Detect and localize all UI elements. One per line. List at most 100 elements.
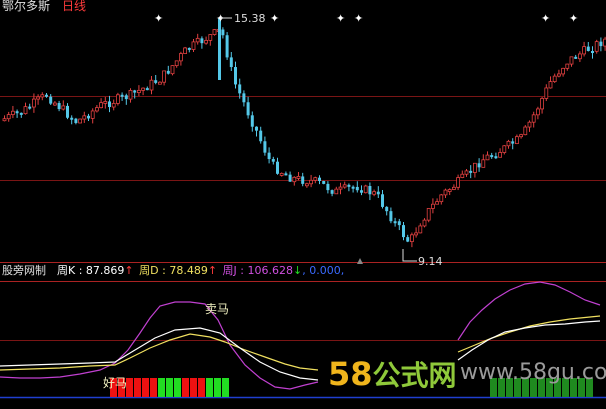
watermark-logo: 58公式网 (328, 354, 457, 394)
candle-body (200, 38, 204, 44)
candle-body (527, 121, 532, 128)
candle-body (124, 95, 128, 100)
candle-body (591, 51, 594, 54)
candle-body (149, 79, 154, 91)
candle-body (301, 176, 305, 184)
candle-body (334, 188, 339, 195)
candle-body (154, 80, 158, 83)
candle-body (296, 176, 301, 179)
candle-body (548, 81, 553, 89)
candle-body (238, 84, 242, 94)
candle-body (355, 186, 359, 191)
signal-marker: ✦ (541, 12, 550, 25)
candle-body (74, 118, 78, 123)
candle-body (397, 221, 401, 226)
candle-body (347, 184, 351, 187)
signal-markers: ✦ ✦ ✦ ✦ ✦ ✦ ✦ (154, 12, 578, 25)
extra-comma: , (340, 264, 345, 277)
candle-body (195, 37, 200, 43)
candle-body (451, 186, 456, 190)
candle-body (481, 159, 486, 168)
candle-body (330, 190, 334, 194)
signal-marker: ✦ (336, 12, 345, 25)
candle-body (95, 107, 99, 112)
candle-body (204, 40, 209, 44)
candle-body (540, 98, 544, 110)
candle-body (174, 60, 179, 67)
candle-body (178, 53, 183, 62)
candle-body (108, 101, 111, 108)
candle-body (531, 114, 536, 123)
candle-body (318, 177, 321, 182)
high-price-label: 15.38 (234, 12, 266, 25)
indicator-bar (182, 378, 189, 397)
k-label: 周K (57, 264, 76, 277)
candle-body (157, 81, 162, 85)
candle-body (279, 172, 284, 176)
candle-body (342, 184, 347, 188)
candle-body (477, 163, 481, 168)
candle-body (19, 112, 23, 115)
k-line (0, 327, 319, 381)
candle-body (469, 170, 473, 173)
candle-body (90, 110, 95, 119)
candle-body (393, 221, 397, 224)
candle-body (32, 98, 36, 108)
candle-body (267, 152, 271, 160)
indicator-bar (158, 378, 165, 397)
candle-body (490, 155, 494, 158)
candle-body (36, 96, 40, 100)
candle-body (472, 162, 477, 173)
candle-body (162, 70, 167, 83)
candle-body (45, 94, 48, 97)
j-label: 周J (222, 264, 237, 277)
indicator-name[interactable]: 股旁网制 (2, 264, 46, 277)
candle-body (15, 111, 19, 114)
candle-body (263, 141, 267, 153)
candle-body (87, 115, 90, 119)
candle-body (443, 189, 448, 196)
candle-body (485, 154, 490, 161)
d-arrow: ↑ (207, 264, 218, 277)
candle-body (360, 190, 363, 193)
candle-body (304, 183, 309, 187)
candle-body (61, 105, 66, 110)
candle-body (536, 108, 540, 116)
scroll-marker-icon[interactable] (357, 258, 363, 264)
candle-body (82, 115, 87, 120)
candle-body (561, 67, 565, 75)
candle-body (259, 130, 263, 142)
j-line-right (457, 281, 601, 341)
candle-body (464, 170, 469, 175)
candle-body (234, 67, 237, 85)
stock-chart[interactable]: ✦ ✦ ✦ ✦ ✦ ✦ ✦ 15.38 9.14 卖马 好马 (0, 0, 606, 409)
candle-body (351, 186, 355, 189)
j-value: 106.628 (247, 264, 294, 277)
candle-body (385, 206, 389, 212)
candle-body (288, 174, 292, 182)
signal-marker: ✦ (569, 12, 578, 25)
candle-body (170, 65, 175, 75)
candle-body (183, 47, 188, 54)
j-line (0, 301, 319, 390)
candle-body (494, 156, 498, 159)
candle-body (70, 117, 74, 120)
kdj-values: 周K : 87.869↑ 周D : 78.489↑ 周J : 106.628↓,… (57, 264, 344, 277)
candle-body (23, 106, 28, 115)
buy-label: 好马 (103, 376, 127, 390)
candle-body (456, 177, 461, 188)
candle-body (376, 191, 380, 195)
candle-body (221, 29, 225, 36)
stock-name[interactable]: 鄂尔多斯 (2, 0, 50, 13)
period-label[interactable]: 日线 (62, 0, 86, 13)
signal-marker: ✦ (354, 12, 363, 25)
indicator-bar (174, 378, 181, 397)
candle-body (338, 186, 343, 190)
extra-value: 0.000 (309, 264, 341, 277)
candle-body (599, 41, 603, 47)
candle-body (49, 96, 53, 104)
sell-label: 卖马 (205, 302, 229, 316)
candle-body (66, 105, 69, 118)
indicator-bar (222, 378, 229, 397)
candle-body (435, 201, 440, 205)
